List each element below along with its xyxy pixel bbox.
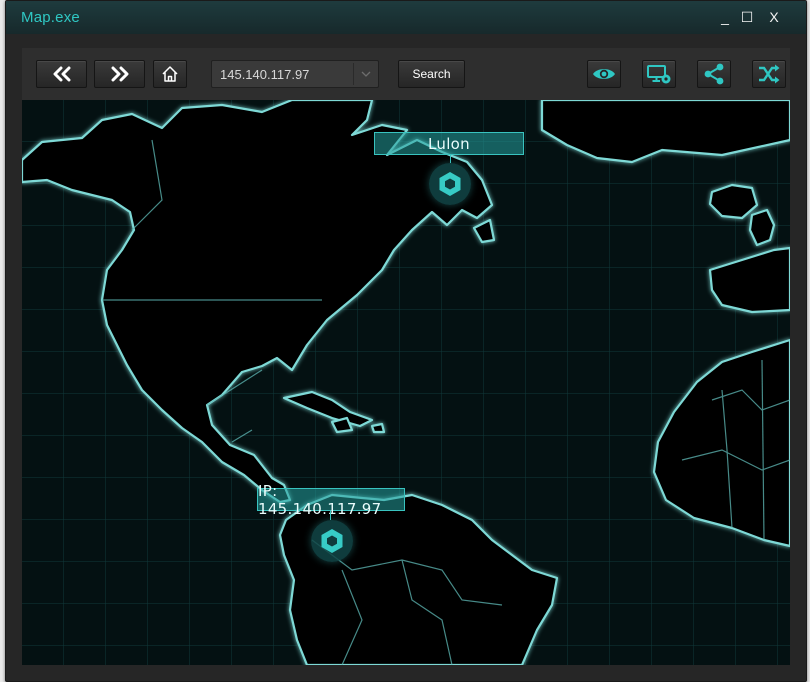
maximize-button[interactable]: ☐ bbox=[736, 7, 758, 27]
home-button[interactable] bbox=[153, 60, 187, 88]
puerto-rico bbox=[370, 422, 386, 434]
dropdown-toggle[interactable] bbox=[353, 63, 378, 85]
monitor-settings-icon bbox=[647, 65, 671, 84]
marker-label-lulon: Lulon bbox=[374, 132, 524, 155]
window-title: Map.exe bbox=[21, 9, 80, 26]
map-window: Map.exe _ ☐ X Search bbox=[5, 0, 807, 682]
shuffle-button[interactable] bbox=[752, 60, 786, 88]
share-nodes-icon bbox=[704, 63, 724, 85]
eye-icon bbox=[593, 69, 615, 79]
minimize-button[interactable]: _ bbox=[714, 7, 736, 27]
double-chevron-right-icon bbox=[111, 66, 128, 82]
search-label: Search bbox=[412, 67, 451, 81]
hexagon-node-icon bbox=[439, 172, 461, 196]
world-map[interactable]: Lulon IP: 145.140.117.97 bbox=[22, 100, 790, 665]
hexagon-node-icon bbox=[321, 529, 343, 553]
toolbar: Search bbox=[22, 48, 790, 100]
title-bar[interactable]: Map.exe _ ☐ X bbox=[6, 1, 806, 34]
view-button[interactable] bbox=[587, 60, 621, 88]
back-button[interactable] bbox=[36, 60, 87, 88]
hispaniola bbox=[330, 416, 354, 434]
map-canvas bbox=[22, 100, 790, 665]
location-marker-lulon[interactable] bbox=[429, 163, 471, 205]
address-input[interactable] bbox=[212, 61, 360, 87]
marker-stem bbox=[330, 511, 331, 520]
address-combobox[interactable] bbox=[211, 60, 379, 88]
location-marker-ip[interactable] bbox=[311, 520, 353, 562]
chevron-down-icon bbox=[361, 71, 371, 77]
forward-button[interactable] bbox=[94, 60, 145, 88]
great-britain bbox=[748, 208, 776, 247]
share-button[interactable] bbox=[697, 60, 731, 88]
home-icon bbox=[162, 66, 178, 82]
double-chevron-left-icon bbox=[53, 66, 70, 82]
search-button[interactable]: Search bbox=[398, 60, 465, 88]
close-button[interactable]: X bbox=[763, 7, 785, 27]
marker-stem bbox=[450, 155, 451, 163]
shuffle-icon bbox=[759, 64, 780, 84]
marker-label-ip: IP: 145.140.117.97 bbox=[257, 482, 405, 518]
monitor-settings-button[interactable] bbox=[642, 60, 676, 88]
